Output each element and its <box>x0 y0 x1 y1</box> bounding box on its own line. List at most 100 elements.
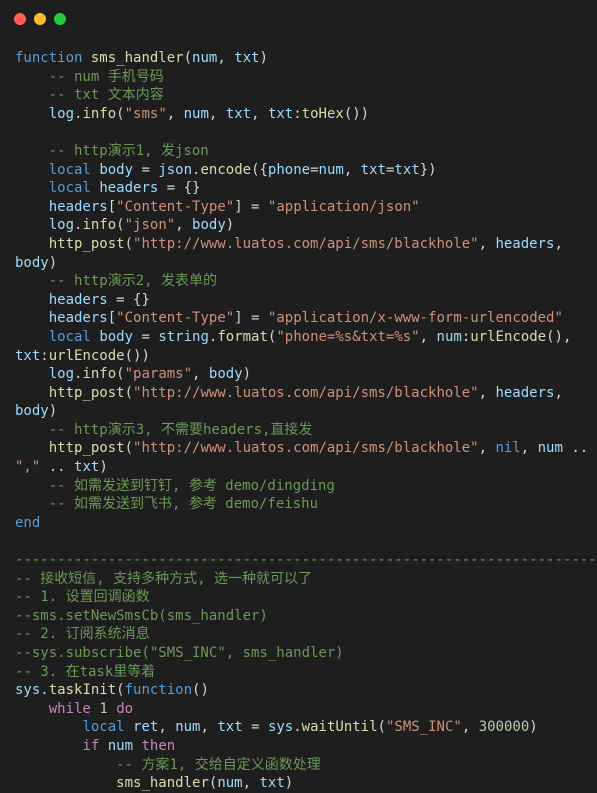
code-token: local <box>48 180 91 197</box>
code-line: headers["Content-Type"] = "application/x… <box>15 309 595 328</box>
code-block: function sms_handler(num, txt) -- num 手机… <box>15 49 597 793</box>
code-token: -- 方案1, 交给自定义函数处理 <box>116 756 321 773</box>
code-token: headers <box>48 310 108 327</box>
code-token: ----------------------------------------… <box>15 552 597 569</box>
code-token: -- txt 文本内容 <box>48 87 164 104</box>
code-token: local <box>48 328 91 345</box>
code-token: -- 3. 在task里等着 <box>15 663 156 680</box>
code-token: sys <box>267 719 294 736</box>
code-token: --sys.subscribe("SMS_INC", sms_handler) <box>15 645 344 661</box>
code-token: = {} <box>158 180 201 197</box>
code-token: ( <box>116 682 125 699</box>
code-token: txt <box>74 459 100 476</box>
code-token: body <box>99 328 134 345</box>
code-token: end <box>15 514 41 531</box>
code-token: , <box>478 384 496 401</box>
code-token: ) <box>529 719 538 736</box>
maximize-window-icon[interactable] <box>54 13 66 25</box>
code-token: txt <box>225 105 252 122</box>
code-line: -- 2. 订阅系统消息 <box>15 625 595 644</box>
code-token: txt <box>15 347 41 364</box>
code-token: urlEncode <box>48 347 125 364</box>
code-token: body <box>15 254 49 271</box>
code-token: -- 1. 设置回调函数 <box>15 589 150 606</box>
code-token: , <box>461 719 479 736</box>
minimize-window-icon[interactable] <box>34 13 46 25</box>
code-line: log.info("params", body) <box>15 365 595 384</box>
code-line: -- 方案1, 交给自定义函数处理 <box>15 756 595 775</box>
code-token: , <box>175 217 193 234</box>
code-token: body <box>99 161 134 178</box>
code-line: if num then <box>15 737 595 756</box>
code-line: --sms.setNewSmsCb(sms_handler) <box>15 607 595 626</box>
code-token: ({ <box>251 161 268 178</box>
code-token: num <box>318 161 344 178</box>
code-token: txt <box>259 775 285 792</box>
code-token: "," <box>15 459 41 476</box>
code-token: ) <box>242 366 252 383</box>
code-line: -- txt 文本内容 <box>15 86 595 105</box>
code-token: "http://www.luatos.com/api/sms/blackhole… <box>133 440 479 457</box>
code-token: "application/x-www-form-urlencoded" <box>267 310 563 327</box>
code-token: txt <box>394 161 420 178</box>
code-token: .. <box>40 459 75 476</box>
code-token: [ <box>107 310 117 327</box>
code-line: http_post("http://www.luatos.com/api/sms… <box>15 439 595 458</box>
code-token: "Content-Type" <box>116 198 235 215</box>
code-token: . <box>293 719 302 736</box>
code-line: -- num 手机号码 <box>15 68 595 87</box>
code-token: = <box>242 719 268 736</box>
code-token: : <box>461 328 471 345</box>
code-token: "application/json" <box>267 198 420 215</box>
code-token: http_post <box>48 440 125 457</box>
code-token: sys <box>15 682 41 699</box>
code-line: log.info("sms", num, txt, txt:toHex()) <box>15 105 595 124</box>
code-token: body <box>192 217 226 234</box>
code-window: function sms_handler(num, txt) -- num 手机… <box>0 0 597 793</box>
code-token: "Content-Type" <box>116 310 235 327</box>
code-line: -- http演示1, 发json <box>15 142 595 161</box>
code-token: ( <box>116 105 125 122</box>
code-token: headers <box>48 291 108 308</box>
code-token: num <box>192 50 218 66</box>
code-token: , <box>208 105 226 122</box>
code-token: log <box>48 366 75 383</box>
close-window-icon[interactable] <box>14 13 26 25</box>
code-token: , <box>478 235 496 252</box>
code-token: , <box>217 50 235 66</box>
code-token: ] = <box>234 198 268 215</box>
code-token: txt <box>360 161 386 178</box>
code-token: urlEncode <box>470 328 547 345</box>
code-token: do <box>116 700 134 717</box>
code-token: , <box>520 440 538 457</box>
code-token: num <box>436 328 462 345</box>
code-token: while <box>48 700 91 717</box>
code-token: --sms.setNewSmsCb(sms_handler) <box>15 607 268 624</box>
code-token: local <box>48 161 91 178</box>
code-token: .. <box>562 440 589 457</box>
code-token: num <box>537 440 563 457</box>
code-token: ( <box>124 440 134 457</box>
code-token: ()) <box>124 347 150 364</box>
code-token: ( <box>116 366 125 383</box>
code-token: http_post <box>48 235 125 252</box>
code-token: = <box>133 161 159 178</box>
code-token: http_post <box>48 384 125 401</box>
code-line: body) <box>15 402 595 421</box>
code-token: ) <box>225 217 235 234</box>
code-line: --sys.subscribe("SMS_INC", sms_handler) <box>15 644 595 663</box>
code-line: sms_handler(num, txt) <box>15 774 595 793</box>
